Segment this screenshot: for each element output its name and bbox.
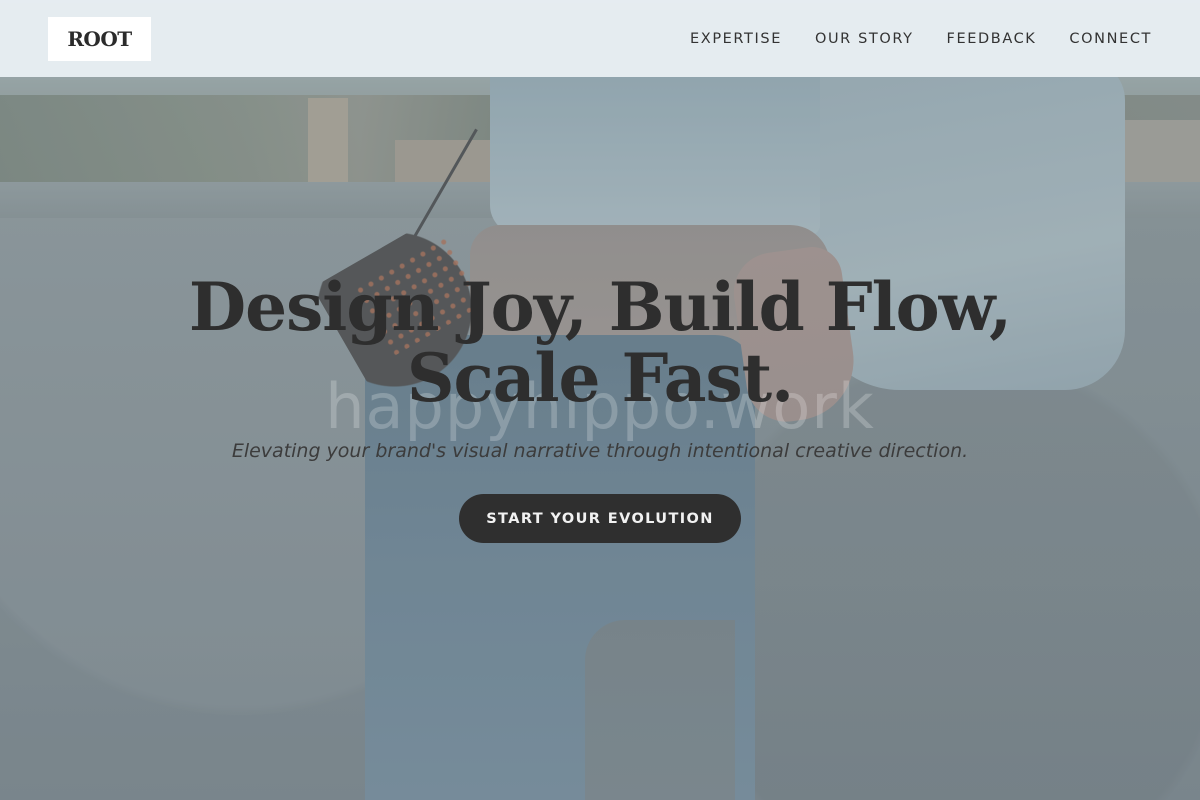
start-your-evolution-button[interactable]: START YOUR EVOLUTION	[459, 494, 741, 543]
hero-subheadline: Elevating your brand's visual narrative …	[231, 440, 969, 462]
main-nav: EXPERTISE OUR STORY FEEDBACK CONNECT	[690, 31, 1152, 47]
nav-feedback[interactable]: FEEDBACK	[947, 31, 1037, 47]
headline-line-2: Scale Fast.	[406, 339, 794, 417]
hero-section: happyhippo.work Design Joy, Build Flow, …	[0, 0, 1200, 800]
nav-connect[interactable]: CONNECT	[1069, 31, 1152, 47]
headline-line-1: Design Joy, Build Flow,	[188, 268, 1012, 346]
nav-our-story[interactable]: OUR STORY	[815, 31, 914, 47]
logo[interactable]: ROOT	[48, 16, 151, 61]
site-header: ROOT EXPERTISE OUR STORY FEEDBACK CONNEC…	[0, 0, 1200, 77]
hero-headline: Design Joy, Build Flow, Scale Fast.	[0, 272, 1200, 414]
nav-expertise[interactable]: EXPERTISE	[690, 31, 782, 47]
